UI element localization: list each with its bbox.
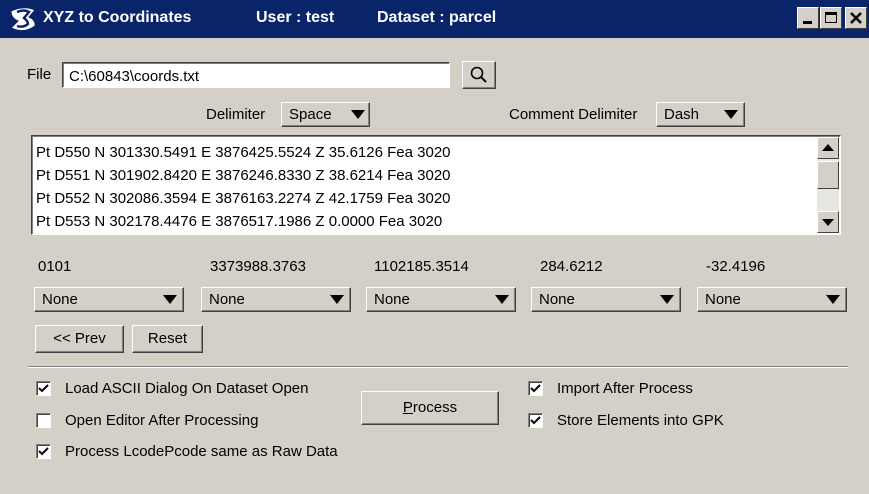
store-gpk-label: Store Elements into GPK — [557, 412, 724, 429]
chevron-down-icon — [660, 295, 674, 304]
minimize-button[interactable] — [797, 7, 819, 29]
maximize-icon — [825, 12, 837, 23]
title-user: User : test — [256, 9, 335, 26]
reset-button[interactable]: Reset — [132, 325, 203, 353]
list-item: Pt D550 N 301330.5491 E 3876425.5524 Z 3… — [36, 144, 451, 161]
column-mapping-value: None — [705, 291, 741, 308]
load-ascii-checkbox[interactable] — [36, 381, 51, 396]
load-ascii-label: Load ASCII Dialog On Dataset Open — [65, 380, 309, 397]
delimiter-value: Space — [289, 106, 332, 123]
chevron-down-icon — [495, 295, 509, 304]
chevron-down-icon — [163, 295, 177, 304]
list-item: Pt D553 N 302178.4476 E 3876517.1986 Z 0… — [36, 213, 443, 230]
xyz-to-coordinates-window: XYZ to Coordinates User : test Dataset :… — [0, 0, 869, 494]
store-gpk-checkbox[interactable] — [528, 413, 543, 428]
divider — [28, 366, 848, 368]
browse-button[interactable] — [462, 61, 496, 89]
chevron-down-icon — [724, 110, 738, 119]
close-icon — [850, 12, 862, 24]
comment-delimiter-label: Comment Delimiter — [509, 106, 638, 123]
close-button[interactable] — [845, 7, 867, 29]
vertical-scrollbar[interactable] — [817, 137, 839, 233]
check-icon — [530, 384, 541, 393]
column-mapping-dropdown-4[interactable]: None — [531, 287, 681, 312]
scroll-down-button[interactable] — [817, 211, 839, 233]
arrow-down-icon — [822, 219, 834, 226]
scroll-thumb[interactable] — [817, 161, 839, 189]
import-after-checkbox[interactable] — [528, 381, 543, 396]
process-button[interactable]: Process — [361, 391, 499, 425]
process-lcode-label: Process LcodePcode same as Raw Data — [65, 443, 338, 460]
column-value-1: 0101 — [38, 258, 72, 275]
window-title: XYZ to Coordinates — [43, 9, 192, 26]
column-mapping-value: None — [374, 291, 410, 308]
maximize-button[interactable] — [820, 7, 842, 29]
column-value-2: 3373988.3763 — [210, 258, 306, 275]
column-mapping-dropdown-3[interactable]: None — [366, 287, 516, 312]
column-value-3: 1102185.3514 — [374, 258, 469, 275]
comment-delimiter-value: Dash — [664, 106, 700, 123]
app-logo-icon — [10, 7, 36, 32]
list-item: Pt D552 N 302086.3594 E 3876163.2274 Z 4… — [36, 190, 451, 207]
column-mapping-dropdown-5[interactable]: None — [697, 287, 847, 312]
process-label: rocess — [412, 399, 458, 416]
column-value-5: -32.4196 — [706, 258, 766, 275]
check-icon — [38, 447, 49, 456]
minimize-icon — [803, 21, 812, 24]
title-dataset: Dataset : parcel — [377, 9, 497, 26]
prev-button[interactable]: << Prev — [35, 325, 124, 353]
file-label: File — [27, 66, 52, 83]
open-editor-label: Open Editor After Processing — [65, 412, 259, 429]
column-mapping-value: None — [209, 291, 245, 308]
delimiter-label: Delimiter — [206, 106, 266, 123]
magnifier-icon — [470, 66, 487, 83]
comment-delimiter-dropdown[interactable]: Dash — [656, 102, 745, 127]
data-preview-list[interactable]: Pt D550 N 301330.5491 E 3876425.5524 Z 3… — [31, 135, 841, 235]
import-after-label: Import After Process — [557, 380, 693, 397]
delimiter-dropdown[interactable]: Space — [281, 102, 370, 127]
chevron-down-icon — [351, 110, 365, 119]
chevron-down-icon — [330, 295, 344, 304]
check-icon — [530, 416, 541, 425]
column-mapping-dropdown-2[interactable]: None — [201, 287, 351, 312]
column-mapping-value: None — [42, 291, 78, 308]
process-mnemonic: P — [402, 399, 413, 416]
process-lcode-checkbox[interactable] — [36, 444, 51, 459]
column-value-4: 284.6212 — [540, 258, 603, 275]
chevron-down-icon — [826, 295, 840, 304]
title-bar[interactable]: XYZ to Coordinates User : test Dataset :… — [0, 0, 869, 38]
file-path-input[interactable]: C:\60843\coords.txt — [62, 62, 450, 88]
open-editor-checkbox[interactable] — [36, 413, 51, 428]
scroll-up-button[interactable] — [817, 137, 839, 159]
column-mapping-value: None — [539, 291, 575, 308]
arrow-up-icon — [822, 144, 834, 151]
list-item: Pt D551 N 301902.8420 E 3876246.8330 Z 3… — [36, 167, 451, 184]
check-icon — [38, 384, 49, 393]
column-mapping-dropdown-1[interactable]: None — [34, 287, 184, 312]
